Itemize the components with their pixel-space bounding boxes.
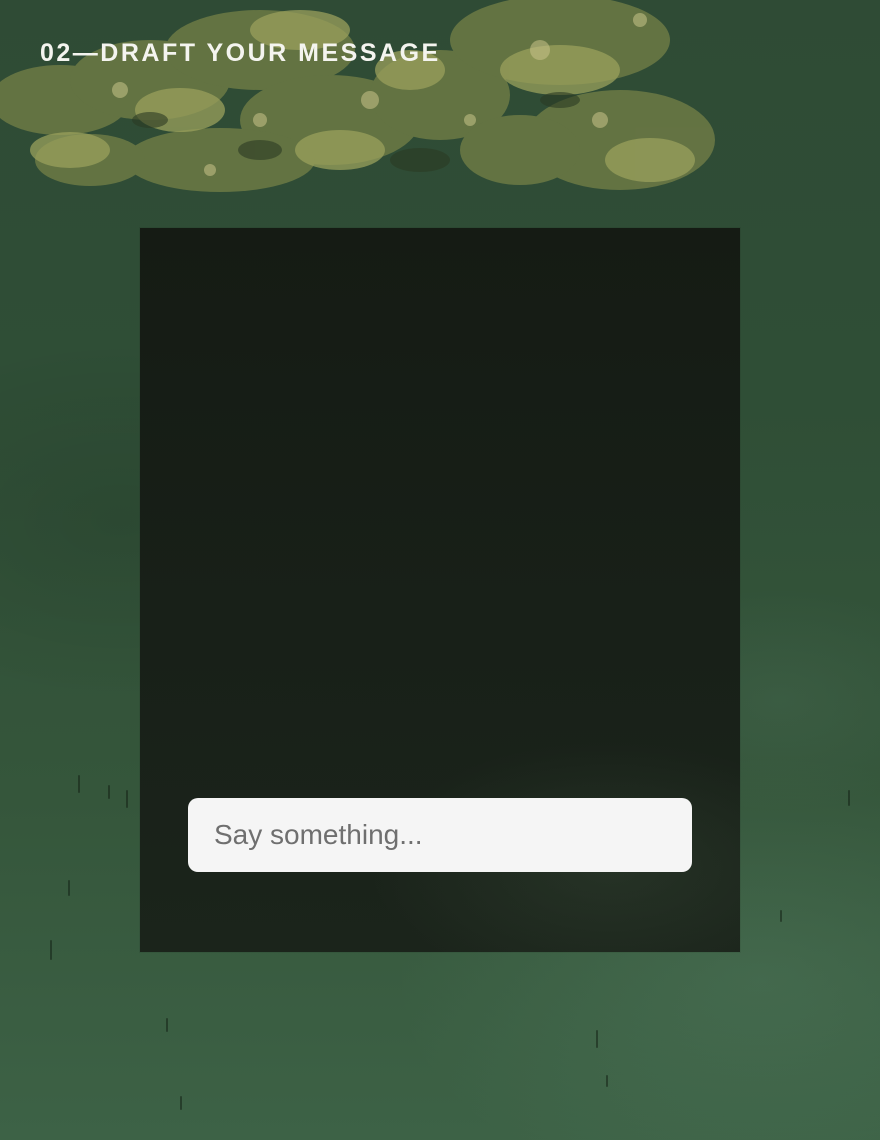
step-heading: 02—DRAFT YOUR MESSAGE <box>40 39 441 67</box>
message-input[interactable] <box>188 798 692 872</box>
reed-decoration <box>126 790 128 808</box>
reed-decoration <box>166 1018 168 1032</box>
reed-decoration <box>50 940 52 960</box>
reed-decoration <box>848 790 850 806</box>
reed-decoration <box>606 1075 608 1087</box>
reed-decoration <box>108 785 110 799</box>
reed-decoration <box>596 1030 598 1048</box>
reed-decoration <box>780 910 782 922</box>
message-preview-panel <box>140 228 740 952</box>
reed-decoration <box>78 775 80 793</box>
reed-decoration <box>68 880 70 896</box>
reed-decoration <box>180 1096 182 1110</box>
